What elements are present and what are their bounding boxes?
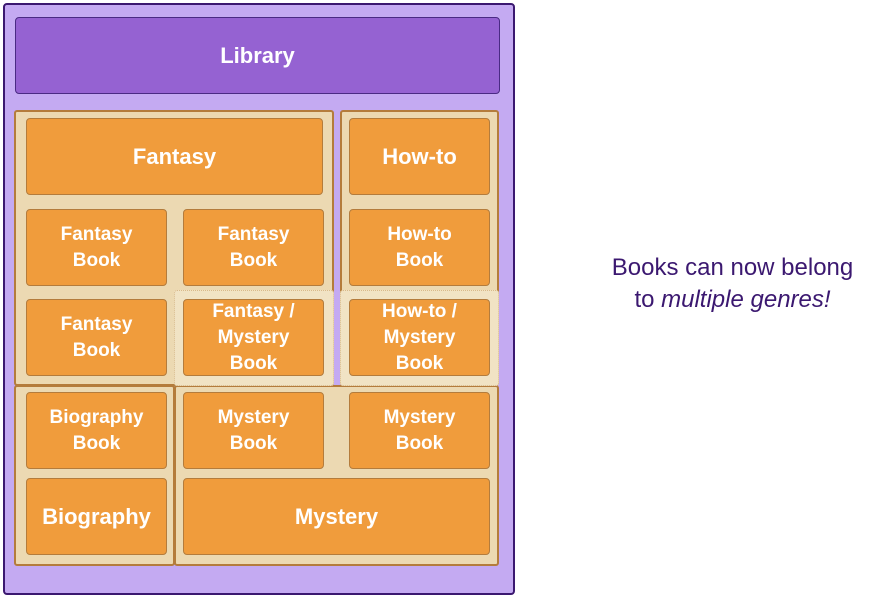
note-emphasis: multiple genres! — [661, 286, 831, 313]
genre-biography: Biography — [26, 478, 167, 555]
book-howto-mystery: How-to / Mystery Book — [349, 299, 490, 376]
genre-fantasy: Fantasy — [26, 118, 323, 195]
note-prefix: to — [634, 286, 662, 313]
library-header: Library — [15, 17, 500, 94]
book-fantasy-mystery: Fantasy / Mystery Book — [183, 299, 324, 376]
book-fantasy: Fantasy Book — [183, 209, 324, 286]
note-line1: Books can now belong — [611, 254, 854, 281]
book-biography: Biography Book — [26, 392, 167, 469]
annotation-note: Books can now belong to multiple genres! — [570, 252, 880, 316]
book-mystery: Mystery Book — [349, 392, 490, 469]
genre-howto: How-to — [349, 118, 490, 195]
book-howto: How-to Book — [349, 209, 490, 286]
book-fantasy: Fantasy Book — [26, 299, 167, 376]
note-line2: to multiple genres! — [570, 284, 880, 316]
genre-mystery: Mystery — [183, 478, 490, 555]
book-mystery: Mystery Book — [183, 392, 324, 469]
book-fantasy: Fantasy Book — [26, 209, 167, 286]
